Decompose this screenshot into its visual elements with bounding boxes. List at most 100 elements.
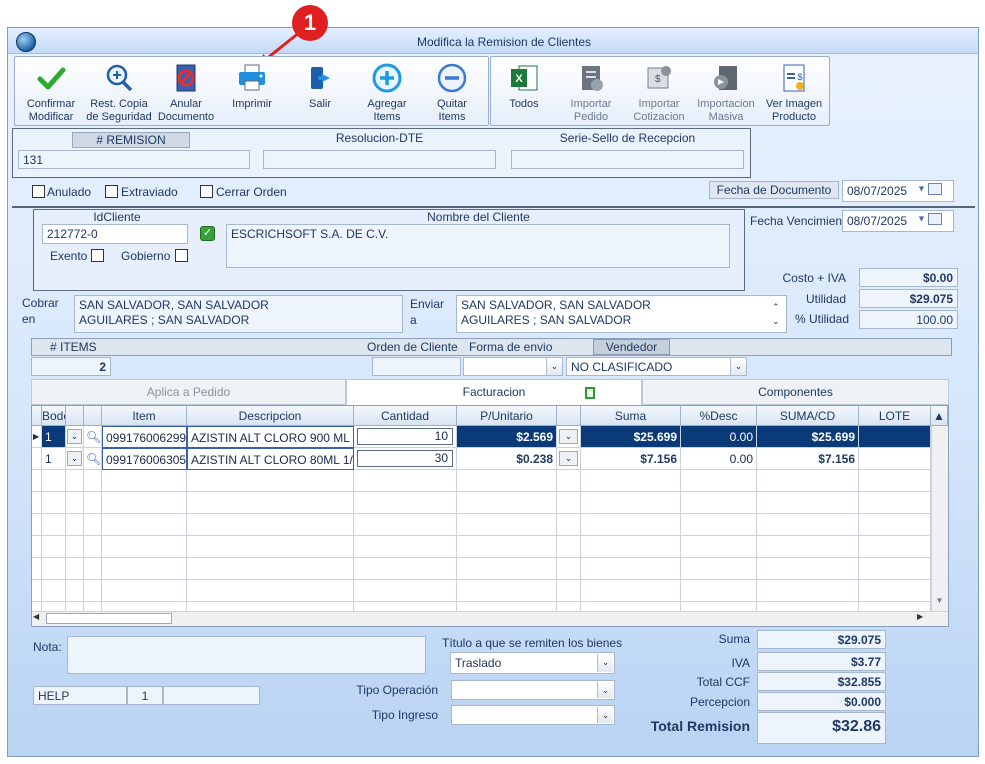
row1-cantidad[interactable]: 10 <box>354 426 457 448</box>
row2-lote[interactable] <box>859 448 931 470</box>
enviar-label-2: a <box>410 313 417 327</box>
row2-price-dropdown[interactable]: ⌄ <box>557 448 581 470</box>
vertical-scrollbar[interactable] <box>931 426 948 611</box>
enviar-address[interactable]: SAN SALVADOR, SAN SALVADOR AGUILARES ; S… <box>456 295 787 333</box>
col-descripcion: Descripcion <box>187 406 354 426</box>
row1-lookup-icon[interactable]: 🔍︎ <box>84 426 102 448</box>
restore-backup-button[interactable]: Rest. Copia de Seguridad <box>84 62 154 124</box>
address-scroll-icon[interactable]: ⌃ ⌄ <box>772 300 780 328</box>
row2-suma: $7.156 <box>581 448 681 470</box>
scroll-up-icon[interactable]: ▲ <box>931 406 948 426</box>
tipo-operacion-select[interactable] <box>451 680 615 700</box>
col-punitario: P/Unitario <box>457 406 557 426</box>
empty-grid-cell <box>757 536 859 558</box>
calendar-dropdown-icon[interactable]: ▼ <box>917 213 951 229</box>
tipo-ingreso-select[interactable] <box>451 705 615 725</box>
orden-cliente-input[interactable] <box>372 357 461 376</box>
total-remision-value: $32.86 <box>757 712 886 744</box>
empty-grid-cell <box>457 580 557 602</box>
row2-lookup-icon[interactable]: 🔍︎ <box>84 448 102 470</box>
cerrar-orden-checkbox[interactable] <box>200 185 213 198</box>
row2-cantidad[interactable]: 30 <box>354 448 457 470</box>
row1-desc[interactable]: 0.00 <box>681 426 757 448</box>
gobierno-checkbox[interactable] <box>175 249 188 262</box>
tab-facturacion[interactable]: Facturacion <box>346 379 642 405</box>
horizontal-scroll-thumb[interactable] <box>46 613 172 624</box>
row1-price-dropdown[interactable]: ⌄ <box>557 426 581 448</box>
row2-item[interactable]: 099176006305 <box>102 448 187 470</box>
idcliente-input[interactable]: 212772-0 <box>42 224 188 244</box>
scroll-down-icon[interactable]: ▼ <box>931 596 948 611</box>
excel-icon: X <box>508 62 540 94</box>
all-excel-button[interactable]: X Todos <box>495 62 553 111</box>
cobrar-address[interactable]: SAN SALVADOR, SAN SALVADOR AGUILARES ; S… <box>74 295 403 333</box>
add-items-button[interactable]: Agregar Items <box>357 62 417 124</box>
remove-items-button[interactable]: Quitar Items <box>422 62 482 124</box>
row1-punitario[interactable]: $2.569 <box>457 426 557 448</box>
row2-sumacd: $7.156 <box>757 448 859 470</box>
import-quote-icon: $ <box>643 62 675 94</box>
import-quote-button[interactable]: $ Importar Cotizacion <box>626 62 692 124</box>
row2-descripcion[interactable]: AZISTIN ALT CLORO 80ML 1/ <box>187 448 354 470</box>
divider <box>12 206 975 208</box>
empty-grid-cell <box>32 558 42 580</box>
scroll-right-icon[interactable]: ▶ <box>917 612 929 625</box>
chevron-down-icon[interactable]: ⌄ <box>597 682 613 698</box>
chevron-down-icon[interactable]: ⌄ <box>597 654 613 672</box>
mass-import-button[interactable]: Importacion Masiva <box>694 62 758 124</box>
row1-descripcion[interactable]: AZISTIN ALT CLORO 900 ML <box>187 426 354 448</box>
mass-import-icon <box>710 62 742 94</box>
serie-input[interactable] <box>511 150 744 169</box>
total-ccf-value: $32.855 <box>757 672 886 691</box>
enviar-label: Enviar <box>410 297 445 311</box>
row2-punitario[interactable]: $0.238 <box>457 448 557 470</box>
anulado-checkbox[interactable] <box>32 185 45 198</box>
client-verified-icon[interactable]: ✓ <box>200 226 215 241</box>
resolucion-input[interactable] <box>263 150 496 169</box>
exit-button[interactable]: Salir <box>290 62 350 111</box>
row2-bodega-dropdown[interactable]: ⌄ <box>66 448 84 470</box>
exento-checkbox[interactable] <box>91 249 104 262</box>
tab-aplica-pedido[interactable]: Aplica a Pedido <box>31 379 346 405</box>
empty-grid-cell <box>757 514 859 536</box>
chevron-down-icon: ⌄ <box>67 451 82 466</box>
grid-row-header <box>32 406 42 426</box>
print-button[interactable]: Imprimir <box>222 62 282 111</box>
remision-input[interactable]: 131 <box>18 150 250 169</box>
calendar-dropdown-icon[interactable]: ▼ <box>917 183 951 199</box>
extraviado-checkbox[interactable] <box>105 185 118 198</box>
empty-grid-cell <box>757 580 859 602</box>
empty-grid-cell <box>84 514 102 536</box>
tab-componentes[interactable]: Componentes <box>642 379 949 405</box>
cancel-document-button[interactable]: Anular Documento <box>156 62 216 124</box>
empty-grid-cell <box>32 536 42 558</box>
empty-grid-cell <box>102 558 187 580</box>
row1-lote[interactable] <box>859 426 931 448</box>
vendedor-select[interactable]: NO CLASIFICADO <box>566 357 747 376</box>
nota-textarea[interactable] <box>67 636 426 674</box>
help-counter: 1 <box>127 686 163 705</box>
view-image-button[interactable]: $ Ver Imagen Producto <box>762 62 826 124</box>
chevron-down-icon[interactable]: ⌄ <box>546 358 562 375</box>
cobrar-label-2: en <box>22 312 36 326</box>
empty-grid-cell <box>84 536 102 558</box>
row1-bodega[interactable]: 1 <box>42 426 66 448</box>
empty-grid-cell <box>42 558 66 580</box>
empty-grid-cell <box>557 536 581 558</box>
suma-value: $29.075 <box>757 630 886 649</box>
confirm-button[interactable]: Confirmar Modificar <box>20 62 82 124</box>
chevron-down-icon[interactable]: ⌄ <box>730 358 746 375</box>
nombre-cliente-input[interactable]: ESCRICHSOFT S.A. DE C.V. <box>226 224 730 268</box>
empty-grid-cell <box>581 536 681 558</box>
row1-item[interactable]: 099176006299 <box>102 426 187 448</box>
empty-grid-cell <box>187 558 354 580</box>
row2-desc[interactable]: 0.00 <box>681 448 757 470</box>
titulo-bienes-select[interactable]: Traslado <box>450 652 615 674</box>
import-order-button[interactable]: Importar Pedido <box>560 62 622 124</box>
empty-grid-cell <box>354 536 457 558</box>
fecha-vencimiento-label: Fecha Vencimien <box>750 214 843 228</box>
row2-bodega[interactable]: 1 <box>42 448 66 470</box>
scroll-left-icon[interactable]: ◀ <box>33 612 45 625</box>
empty-grid-cell <box>457 492 557 514</box>
row1-bodega-dropdown[interactable]: ⌄ <box>66 426 84 448</box>
